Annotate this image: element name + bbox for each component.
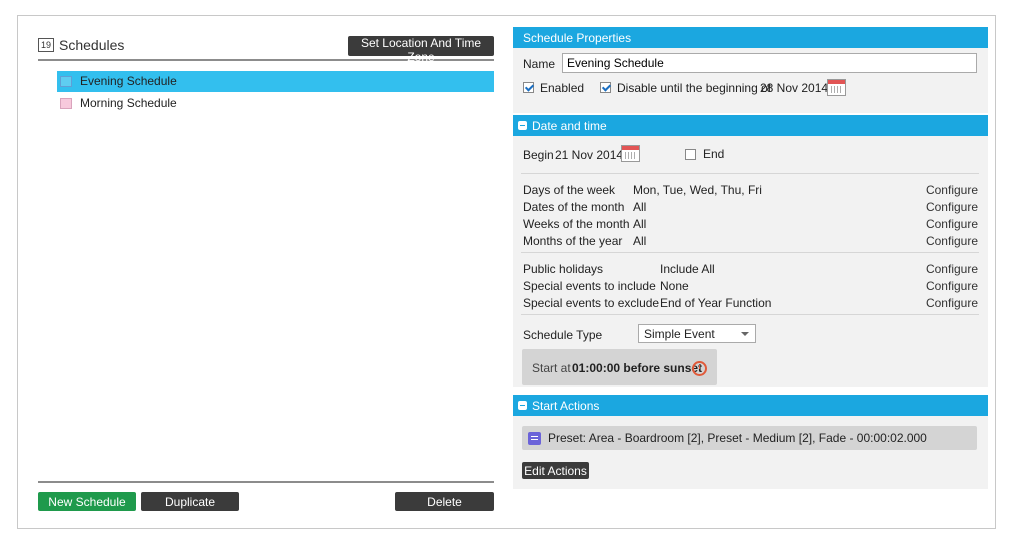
- schedules-footer: New Schedule Duplicate Delete: [38, 481, 494, 513]
- start-at-value: 01:00:00 before sunset: [572, 361, 703, 375]
- new-schedule-button[interactable]: New Schedule: [38, 492, 136, 511]
- schedule-properties-header: Schedule Properties: [513, 27, 988, 48]
- configure-link[interactable]: Configure: [926, 279, 978, 293]
- schedule-list: Evening Schedule Morning Schedule: [57, 71, 494, 115]
- public-holidays-value: Include All: [660, 262, 715, 276]
- start-actions-section: Start Actions Preset: Area - Boardroom […: [513, 395, 988, 489]
- schedule-item-label: Morning Schedule: [80, 96, 177, 110]
- dates-of-month-value: All: [633, 200, 647, 214]
- weeks-of-month-value: All: [633, 217, 647, 231]
- special-events-include-value: None: [660, 279, 689, 293]
- divider: [521, 314, 979, 315]
- schedule-color-swatch: [60, 98, 72, 109]
- special-events-include-label: Special events to include: [523, 279, 656, 293]
- schedule-type-label: Schedule Type: [523, 328, 603, 342]
- action-item[interactable]: Preset: Area - Boardroom [2], Preset - M…: [522, 426, 977, 450]
- section-title: Schedule Properties: [523, 31, 632, 45]
- days-of-week-label: Days of the week: [523, 183, 616, 197]
- preset-icon: [528, 432, 541, 445]
- dates-of-month-label: Dates of the month: [523, 200, 625, 214]
- public-holidays-label: Public holidays: [523, 262, 604, 276]
- disable-until-date: 28 Nov 2014: [760, 81, 829, 95]
- date-time-section: Date and time Begin 21 Nov 2014 End Days…: [513, 115, 988, 387]
- schedule-item-evening[interactable]: Evening Schedule: [57, 71, 494, 92]
- divider: [521, 252, 979, 253]
- special-events-exclude-value: End of Year Function: [660, 296, 772, 310]
- configure-link[interactable]: Configure: [926, 234, 978, 248]
- name-field[interactable]: [562, 53, 977, 73]
- duplicate-button[interactable]: Duplicate: [141, 492, 239, 511]
- calendar-picker-icon[interactable]: [621, 145, 640, 162]
- enabled-label: Enabled: [540, 81, 585, 95]
- configure-link[interactable]: Configure: [926, 262, 978, 276]
- schedule-item-morning[interactable]: Morning Schedule: [57, 93, 494, 114]
- enabled-checkbox[interactable]: [523, 82, 534, 93]
- start-time-box[interactable]: Start at 01:00:00 before sunset: [522, 349, 717, 385]
- edit-actions-button[interactable]: Edit Actions: [522, 462, 589, 479]
- configure-link[interactable]: Configure: [926, 296, 978, 310]
- schedule-item-label: Evening Schedule: [80, 74, 177, 88]
- calendar-icon: 19: [38, 38, 54, 52]
- schedules-header: 19 Schedules Set Location And Time Zone: [38, 35, 494, 64]
- schedule-type-select[interactable]: Simple Event: [638, 324, 756, 343]
- configure-link[interactable]: Configure: [926, 217, 978, 231]
- schedule-color-swatch: [60, 76, 72, 87]
- calendar-picker-icon[interactable]: [827, 79, 846, 96]
- months-of-year-label: Months of the year: [523, 234, 623, 248]
- start-actions-header[interactable]: Start Actions: [513, 395, 988, 416]
- section-title: Date and time: [532, 119, 607, 133]
- days-of-week-value: Mon, Tue, Wed, Thu, Fri: [633, 183, 762, 197]
- divider: [521, 173, 979, 174]
- section-title: Start Actions: [532, 399, 600, 413]
- begin-label: Begin: [523, 148, 554, 162]
- months-of-year-value: All: [633, 234, 647, 248]
- disable-until-label: Disable until the beginning of: [617, 81, 772, 95]
- date-time-header[interactable]: Date and time: [513, 115, 988, 136]
- schedules-title: Schedules: [59, 37, 125, 53]
- start-at-label: Start at: [532, 361, 571, 375]
- delete-button[interactable]: Delete: [395, 492, 494, 511]
- end-checkbox[interactable]: [685, 149, 696, 160]
- configure-link[interactable]: Configure: [926, 183, 978, 197]
- collapse-icon[interactable]: [518, 121, 527, 130]
- weeks-of-month-label: Weeks of the month: [523, 217, 630, 231]
- disable-until-checkbox[interactable]: [600, 82, 611, 93]
- name-label: Name: [523, 57, 556, 71]
- schedule-properties-section: Schedule Properties Name Enabled Disable…: [513, 27, 988, 113]
- action-item-label: Preset: Area - Boardroom [2], Preset - M…: [548, 431, 927, 445]
- properties-panel: Schedule Properties Name Enabled Disable…: [513, 27, 988, 489]
- special-events-exclude-label: Special events to exclude: [523, 296, 660, 310]
- end-label: End: [703, 147, 725, 161]
- collapse-icon[interactable]: [518, 401, 527, 410]
- chevron-down-icon: [741, 332, 749, 336]
- begin-date: 21 Nov 2014: [555, 148, 624, 162]
- clock-icon: [692, 361, 707, 376]
- schedule-type-value: Simple Event: [644, 327, 715, 341]
- set-location-button[interactable]: Set Location And Time Zone: [348, 36, 494, 64]
- configure-link[interactable]: Configure: [926, 200, 978, 214]
